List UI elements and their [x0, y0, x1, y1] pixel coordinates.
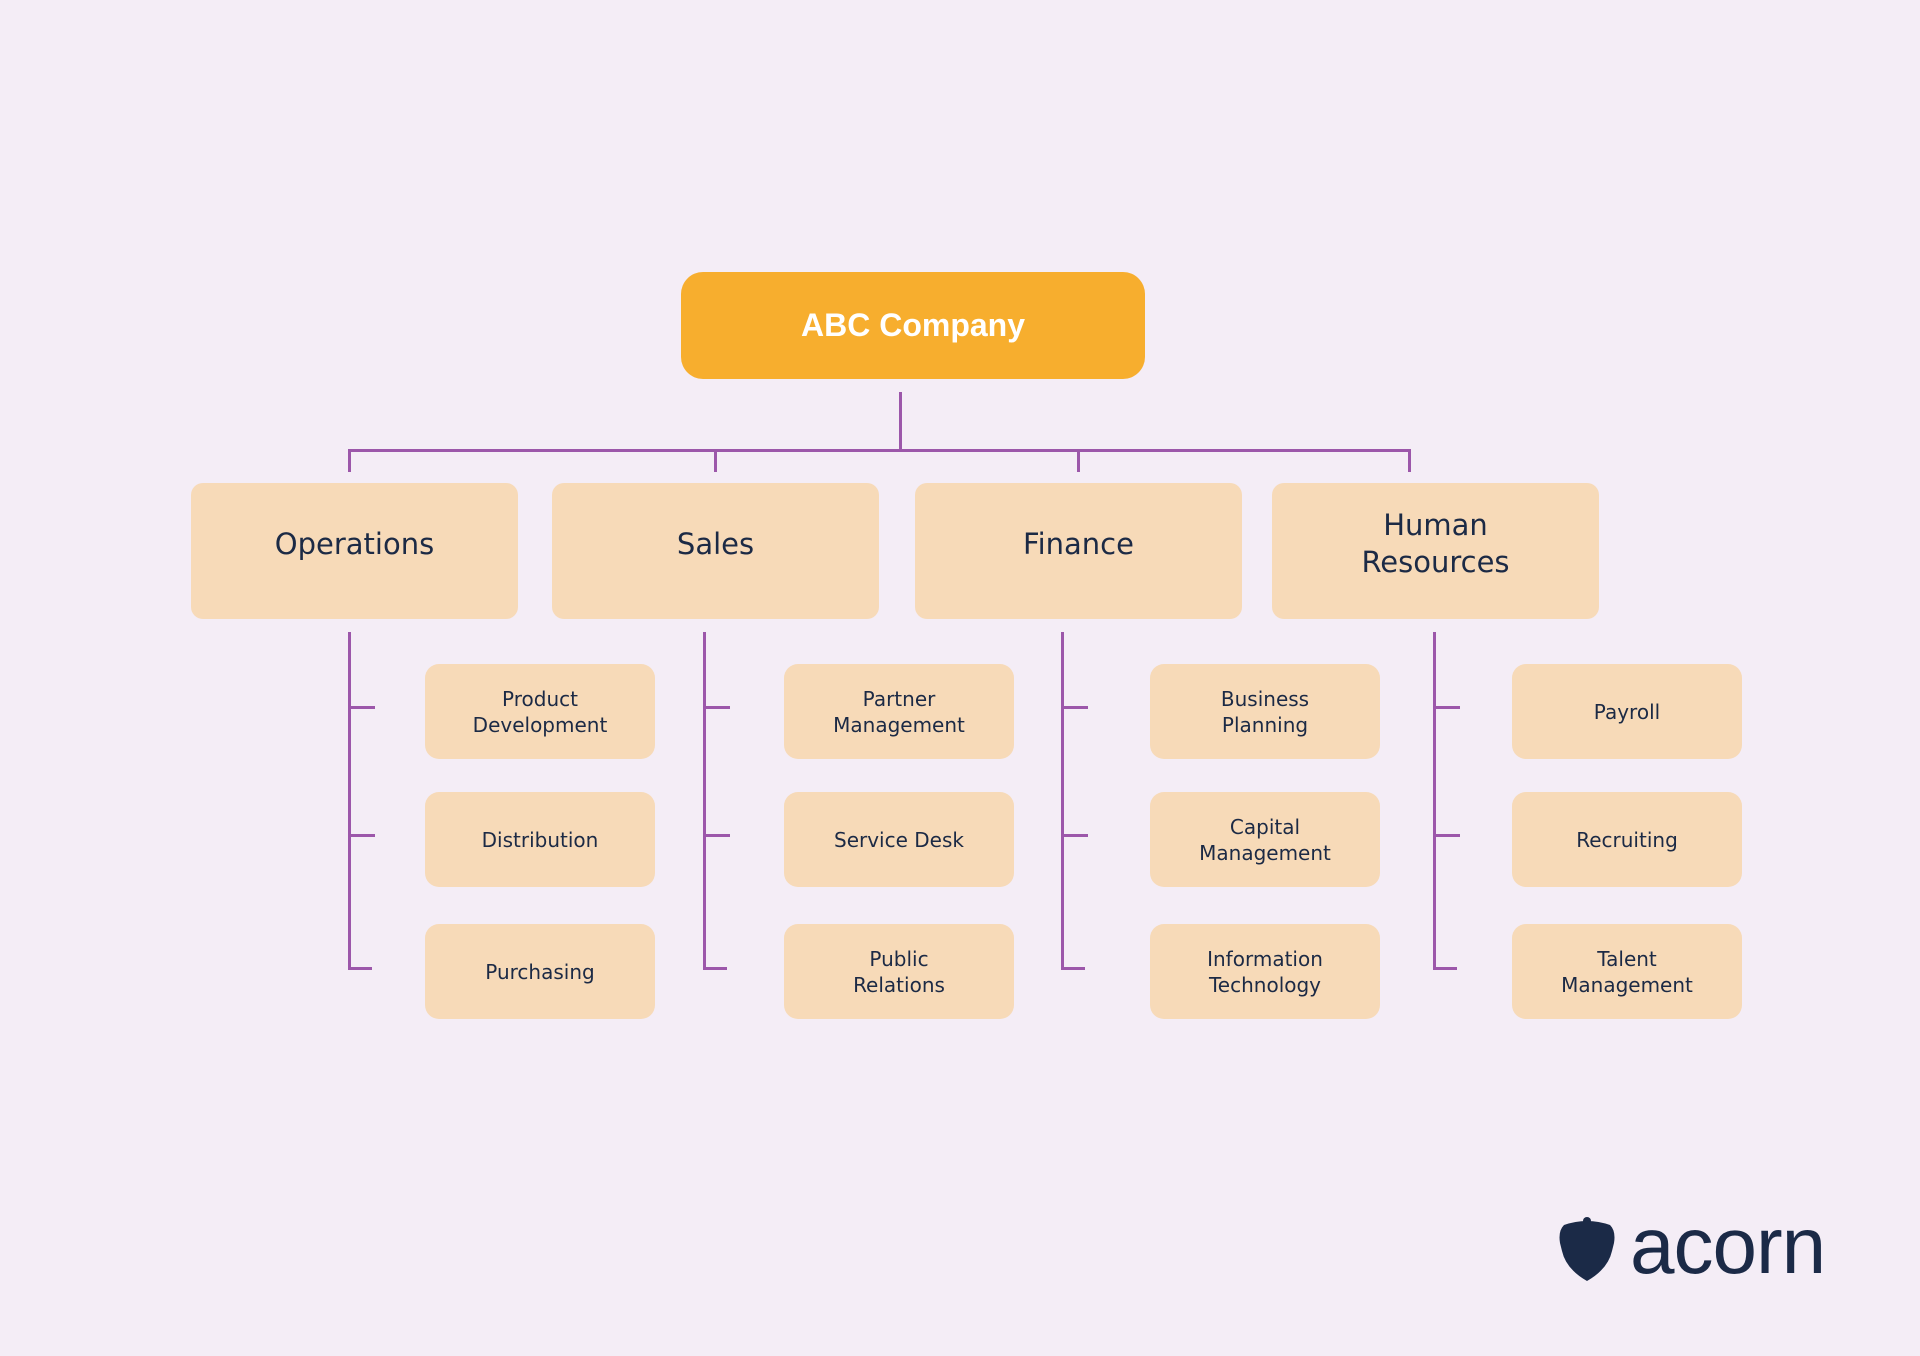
acorn-logo: acorn	[1558, 1206, 1826, 1287]
sub-node-label: Information Technology	[1207, 946, 1323, 997]
sub-node: Public Relations	[784, 924, 1014, 1019]
sub-node: Business Planning	[1150, 664, 1380, 759]
root-connector-vertical	[899, 392, 902, 451]
bracket-tick	[703, 834, 730, 837]
sub-node-label: Purchasing	[485, 959, 595, 984]
bracket-tick	[348, 706, 375, 709]
bracket-tick	[1061, 834, 1088, 837]
bracket-tick	[703, 967, 727, 970]
bracket-tick	[703, 706, 730, 709]
connector-drop-human-resources	[1408, 449, 1411, 472]
sub-node: Recruiting	[1512, 792, 1742, 887]
sub-node-label: Recruiting	[1576, 827, 1678, 852]
sub-node-label: Payroll	[1593, 699, 1661, 724]
bracket-vertical-human-resources	[1433, 632, 1436, 970]
sub-node: Distribution	[425, 792, 655, 887]
dept-node-operations: Operations	[191, 483, 518, 619]
sub-node: Payroll	[1512, 664, 1742, 759]
sub-node-label: Partner Management	[833, 686, 965, 737]
sub-node: Partner Management	[784, 664, 1014, 759]
sub-node-label: Service Desk	[834, 827, 964, 852]
dept-label: Sales	[676, 526, 755, 561]
sub-node: Talent Management	[1512, 924, 1742, 1019]
bracket-tick	[348, 834, 375, 837]
dept-label: Operations	[274, 526, 435, 561]
root-node-label: ABC Company	[800, 307, 1025, 343]
sub-node-label: Capital Management	[1199, 814, 1331, 865]
root-node-abc-company: ABC Company	[681, 272, 1145, 379]
logo-text: acorn	[1630, 1201, 1826, 1290]
bracket-vertical-sales	[703, 632, 706, 970]
sub-node-label: Public Relations	[853, 946, 945, 997]
dept-node-sales: Sales	[552, 483, 879, 619]
bracket-tick	[1061, 706, 1088, 709]
bracket-tick	[348, 967, 372, 970]
sub-node-label: Product Development	[472, 686, 608, 737]
sub-node-label: Distribution	[481, 827, 599, 852]
sub-node: Information Technology	[1150, 924, 1380, 1019]
bracket-tick	[1433, 706, 1460, 709]
dept-node-human-resources: Human Resources	[1272, 483, 1599, 619]
bracket-tick	[1433, 834, 1460, 837]
sub-node: Product Development	[425, 664, 655, 759]
connector-horizontal-bar	[348, 449, 1411, 452]
bracket-tick	[1061, 967, 1085, 970]
dept-node-finance: Finance	[915, 483, 1242, 619]
sub-node-label: Business Planning	[1220, 686, 1310, 737]
sub-node: Capital Management	[1150, 792, 1380, 887]
acorn-icon	[1558, 1217, 1616, 1287]
sub-node: Service Desk	[784, 792, 1014, 887]
connector-drop-sales	[714, 449, 717, 472]
bracket-vertical-operations	[348, 632, 351, 970]
sub-node-label: Talent Management	[1561, 946, 1693, 997]
connector-drop-operations	[348, 449, 351, 472]
connector-drop-finance	[1077, 449, 1080, 472]
bracket-vertical-finance	[1061, 632, 1064, 970]
bracket-tick	[1433, 967, 1457, 970]
sub-node: Purchasing	[425, 924, 655, 1019]
dept-label: Finance	[1023, 526, 1134, 561]
dept-label: Human Resources	[1361, 508, 1510, 579]
